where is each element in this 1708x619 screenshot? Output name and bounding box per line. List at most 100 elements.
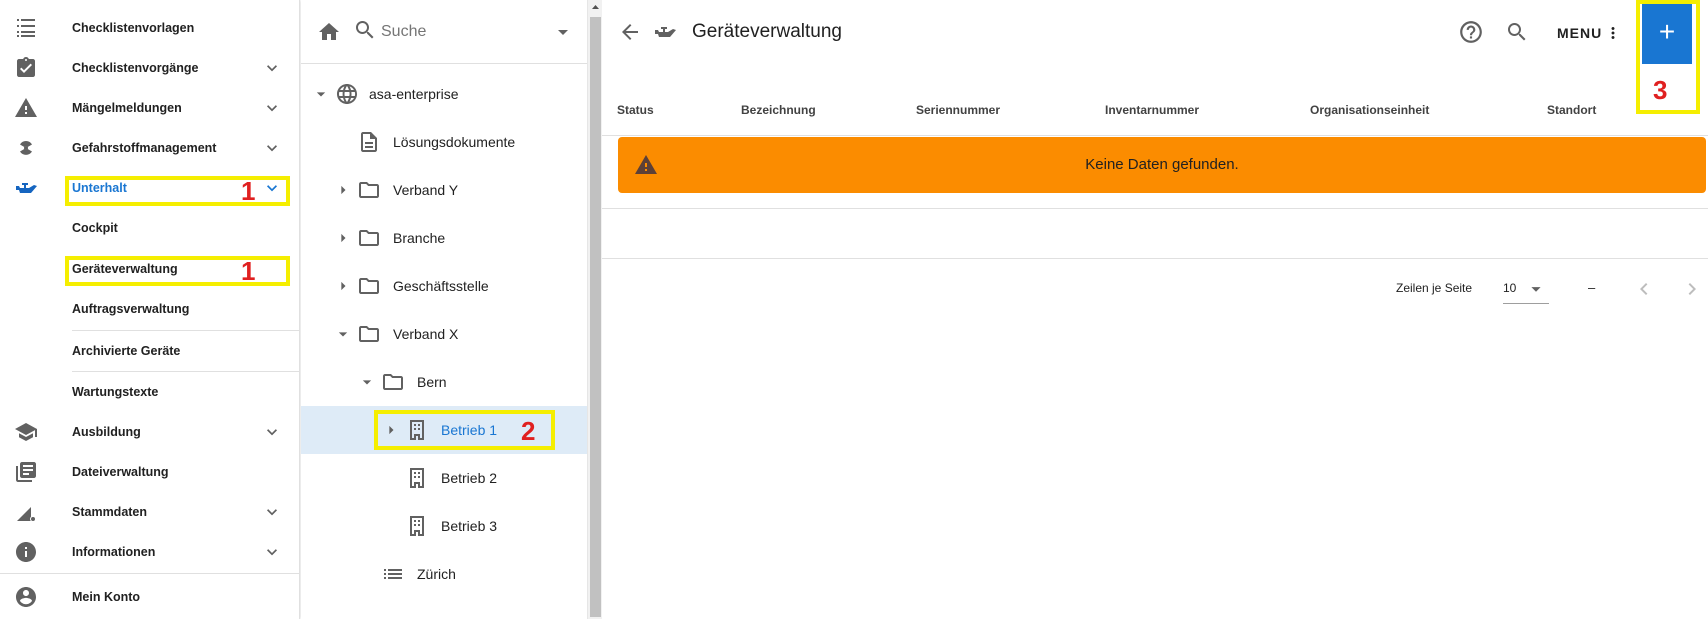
nav-subitem-label: Archivierte Geräte	[72, 344, 181, 358]
nav-item-dateiverwaltung[interactable]: Dateiverwaltung	[0, 452, 300, 492]
tree-node-geschaeftsstelle[interactable]: Geschäftsstelle	[301, 262, 587, 310]
rows-per-page-label: Zeilen je Seite	[1396, 281, 1473, 295]
tree-node-label: Geschäftsstelle	[393, 278, 489, 294]
tree-node-label: Bern	[417, 374, 447, 390]
nav-item-ausbildung[interactable]: Ausbildung	[0, 412, 300, 452]
organisation-tree-panel: asa-enterprise Lösungsdokumente Verband …	[301, 0, 587, 619]
folder-icon	[357, 226, 381, 250]
tree-node-label: Verband Y	[393, 182, 459, 198]
nav-item-label: Ausbildung	[72, 425, 141, 439]
scroll-up-arrow-icon[interactable]	[588, 0, 603, 15]
checklist-icon	[14, 16, 38, 40]
tree-node-label: Branche	[393, 230, 446, 246]
warning-icon	[14, 96, 38, 120]
caret-right-icon[interactable]	[331, 274, 355, 298]
empty-state-message: Keine Daten gefunden.	[1085, 156, 1239, 173]
settings-ruler-icon	[14, 500, 38, 524]
nav-item-maengelmeldungen[interactable]: Mängelmeldungen	[0, 88, 300, 128]
chevron-right-icon[interactable]	[1680, 277, 1704, 301]
tree-node-asa-enterprise[interactable]: asa-enterprise	[301, 70, 587, 118]
nav-item-label: Dateiverwaltung	[72, 465, 169, 479]
column-header-organisationseinheit[interactable]: Organisationseinheit	[1310, 103, 1429, 117]
nav-item-informationen[interactable]: Informationen	[0, 532, 300, 572]
home-icon[interactable]	[317, 20, 341, 44]
tree-node-branche[interactable]: Branche	[301, 214, 587, 262]
column-header-inventarnummer[interactable]: Inventarnummer	[1105, 103, 1199, 117]
tree-node-label: asa-enterprise	[369, 86, 459, 102]
nav-item-checklistenvorlagen[interactable]: Checklistenvorlagen	[0, 8, 300, 48]
app-root: Checklistenvorlagen Checklistenvorgänge …	[0, 0, 1708, 619]
folder-icon	[357, 274, 381, 298]
tree-node-bern[interactable]: Bern	[301, 358, 587, 406]
chevron-down-icon[interactable]	[262, 422, 282, 442]
caret-down-icon[interactable]	[355, 370, 379, 394]
nav-item-label: Mein Konto	[72, 590, 141, 604]
annotation-number: 1	[241, 176, 256, 206]
back-arrow-icon[interactable]	[618, 20, 642, 44]
menu-button[interactable]: MENU	[1557, 22, 1622, 44]
chevron-down-icon[interactable]	[262, 98, 282, 118]
empty-state-banner: Keine Daten gefunden.	[618, 137, 1706, 193]
tree-node-verband-x[interactable]: Verband X	[301, 310, 587, 358]
nav-item-label: Informationen	[72, 545, 156, 559]
chevron-down-icon[interactable]	[262, 58, 282, 78]
annotation-box-geraeteverwaltung	[65, 256, 290, 286]
scrollbar-thumb[interactable]	[590, 17, 601, 617]
folder-icon	[357, 178, 381, 202]
column-header-standort[interactable]: Standort	[1547, 103, 1596, 117]
radioactive-icon	[14, 136, 38, 160]
rows-per-page-value: 10	[1503, 281, 1517, 295]
tree-node-zuerich[interactable]: Zürich	[301, 550, 587, 598]
chevron-down-icon[interactable]	[262, 502, 282, 522]
graduation-cap-icon	[14, 420, 38, 444]
nav-item-mein-konto[interactable]: Mein Konto	[0, 577, 300, 617]
column-header-status[interactable]: Status	[617, 103, 654, 117]
nav-subitem-cockpit[interactable]: Cockpit	[72, 208, 300, 248]
chevron-left-icon[interactable]	[1632, 277, 1656, 301]
chevron-down-icon[interactable]	[262, 542, 282, 562]
annotation-number: 1	[241, 256, 256, 286]
oil-can-icon	[652, 20, 678, 44]
library-icon	[14, 460, 38, 484]
list-icon	[381, 562, 405, 586]
tree-node-label: Verband X	[393, 326, 459, 342]
tree-node-loesungsdokumente[interactable]: Lösungsdokumente	[301, 118, 587, 166]
nav-item-stammdaten[interactable]: Stammdaten	[0, 492, 300, 532]
building-icon	[405, 466, 429, 490]
nav-item-checklistenvorgaenge[interactable]: Checklistenvorgänge	[0, 48, 300, 88]
caret-right-icon[interactable]	[331, 226, 355, 250]
search-icon[interactable]	[1505, 20, 1529, 44]
more-vert-icon	[1604, 22, 1622, 44]
folder-icon	[381, 370, 405, 394]
annotation-number: 2	[521, 416, 536, 446]
folder-icon	[357, 322, 381, 346]
building-icon	[405, 514, 429, 538]
nav-item-label: Checklistenvorlagen	[72, 21, 195, 35]
rows-per-page-select[interactable]: 10	[1503, 274, 1549, 304]
annotation-box-unterhalt	[65, 176, 290, 206]
caret-down-icon[interactable]	[331, 322, 355, 346]
nav-item-label: Stammdaten	[72, 505, 148, 519]
chevron-down-icon[interactable]	[262, 138, 282, 158]
pagination-range: –	[1588, 280, 1596, 295]
dropdown-arrow-icon[interactable]	[551, 20, 575, 44]
nav-subitem-archivierte-geraete[interactable]: Archivierte Geräte	[72, 331, 300, 371]
caret-right-icon[interactable]	[331, 178, 355, 202]
tree-node-betrieb-3[interactable]: Betrieb 3	[301, 502, 587, 550]
tree-node-verband-y[interactable]: Verband Y	[301, 166, 587, 214]
annotation-number: 3	[1653, 75, 1668, 105]
nav-item-gefahrstoffmanagement[interactable]: Gefahrstoffmanagement	[0, 128, 300, 168]
info-icon	[14, 540, 38, 564]
table-footer-divider	[602, 258, 1708, 259]
column-header-bezeichnung[interactable]: Bezeichnung	[741, 103, 816, 117]
help-icon[interactable]	[1458, 19, 1484, 45]
tree-search-input[interactable]	[381, 20, 541, 44]
tree-scrollbar[interactable]	[587, 0, 602, 619]
nav-subitem-auftragsverwaltung[interactable]: Auftragsverwaltung	[72, 289, 300, 329]
caret-down-icon[interactable]	[309, 82, 333, 106]
column-header-seriennummer[interactable]: Seriennummer	[916, 103, 1000, 117]
nav-subitem-wartungstexte[interactable]: Wartungstexte	[72, 372, 300, 412]
tree-node-betrieb-2[interactable]: Betrieb 2	[301, 454, 587, 502]
clipboard-check-icon	[14, 56, 38, 80]
nav-item-label: Gefahrstoffmanagement	[72, 141, 217, 155]
